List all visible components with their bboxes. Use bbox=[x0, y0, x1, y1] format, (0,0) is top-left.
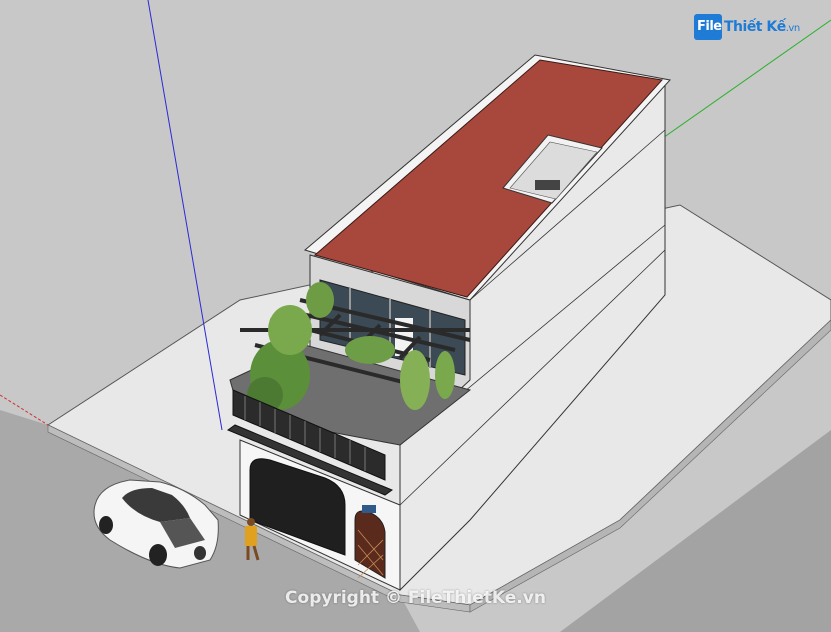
logo-name: Thiết Kế bbox=[724, 19, 786, 35]
sketchup-viewport: File Thiết Kế.vn Copyright © FileThietKe… bbox=[0, 0, 831, 632]
logo-text: Thiết Kế.vn bbox=[724, 19, 800, 35]
copyright-watermark: Copyright © FileThietKe.vn bbox=[285, 588, 546, 608]
brand-logo: File Thiết Kế.vn bbox=[694, 12, 824, 42]
house-3d-scene bbox=[0, 0, 831, 632]
logo-suffix: .vn bbox=[785, 23, 800, 34]
logo-prefix: File bbox=[697, 19, 722, 34]
